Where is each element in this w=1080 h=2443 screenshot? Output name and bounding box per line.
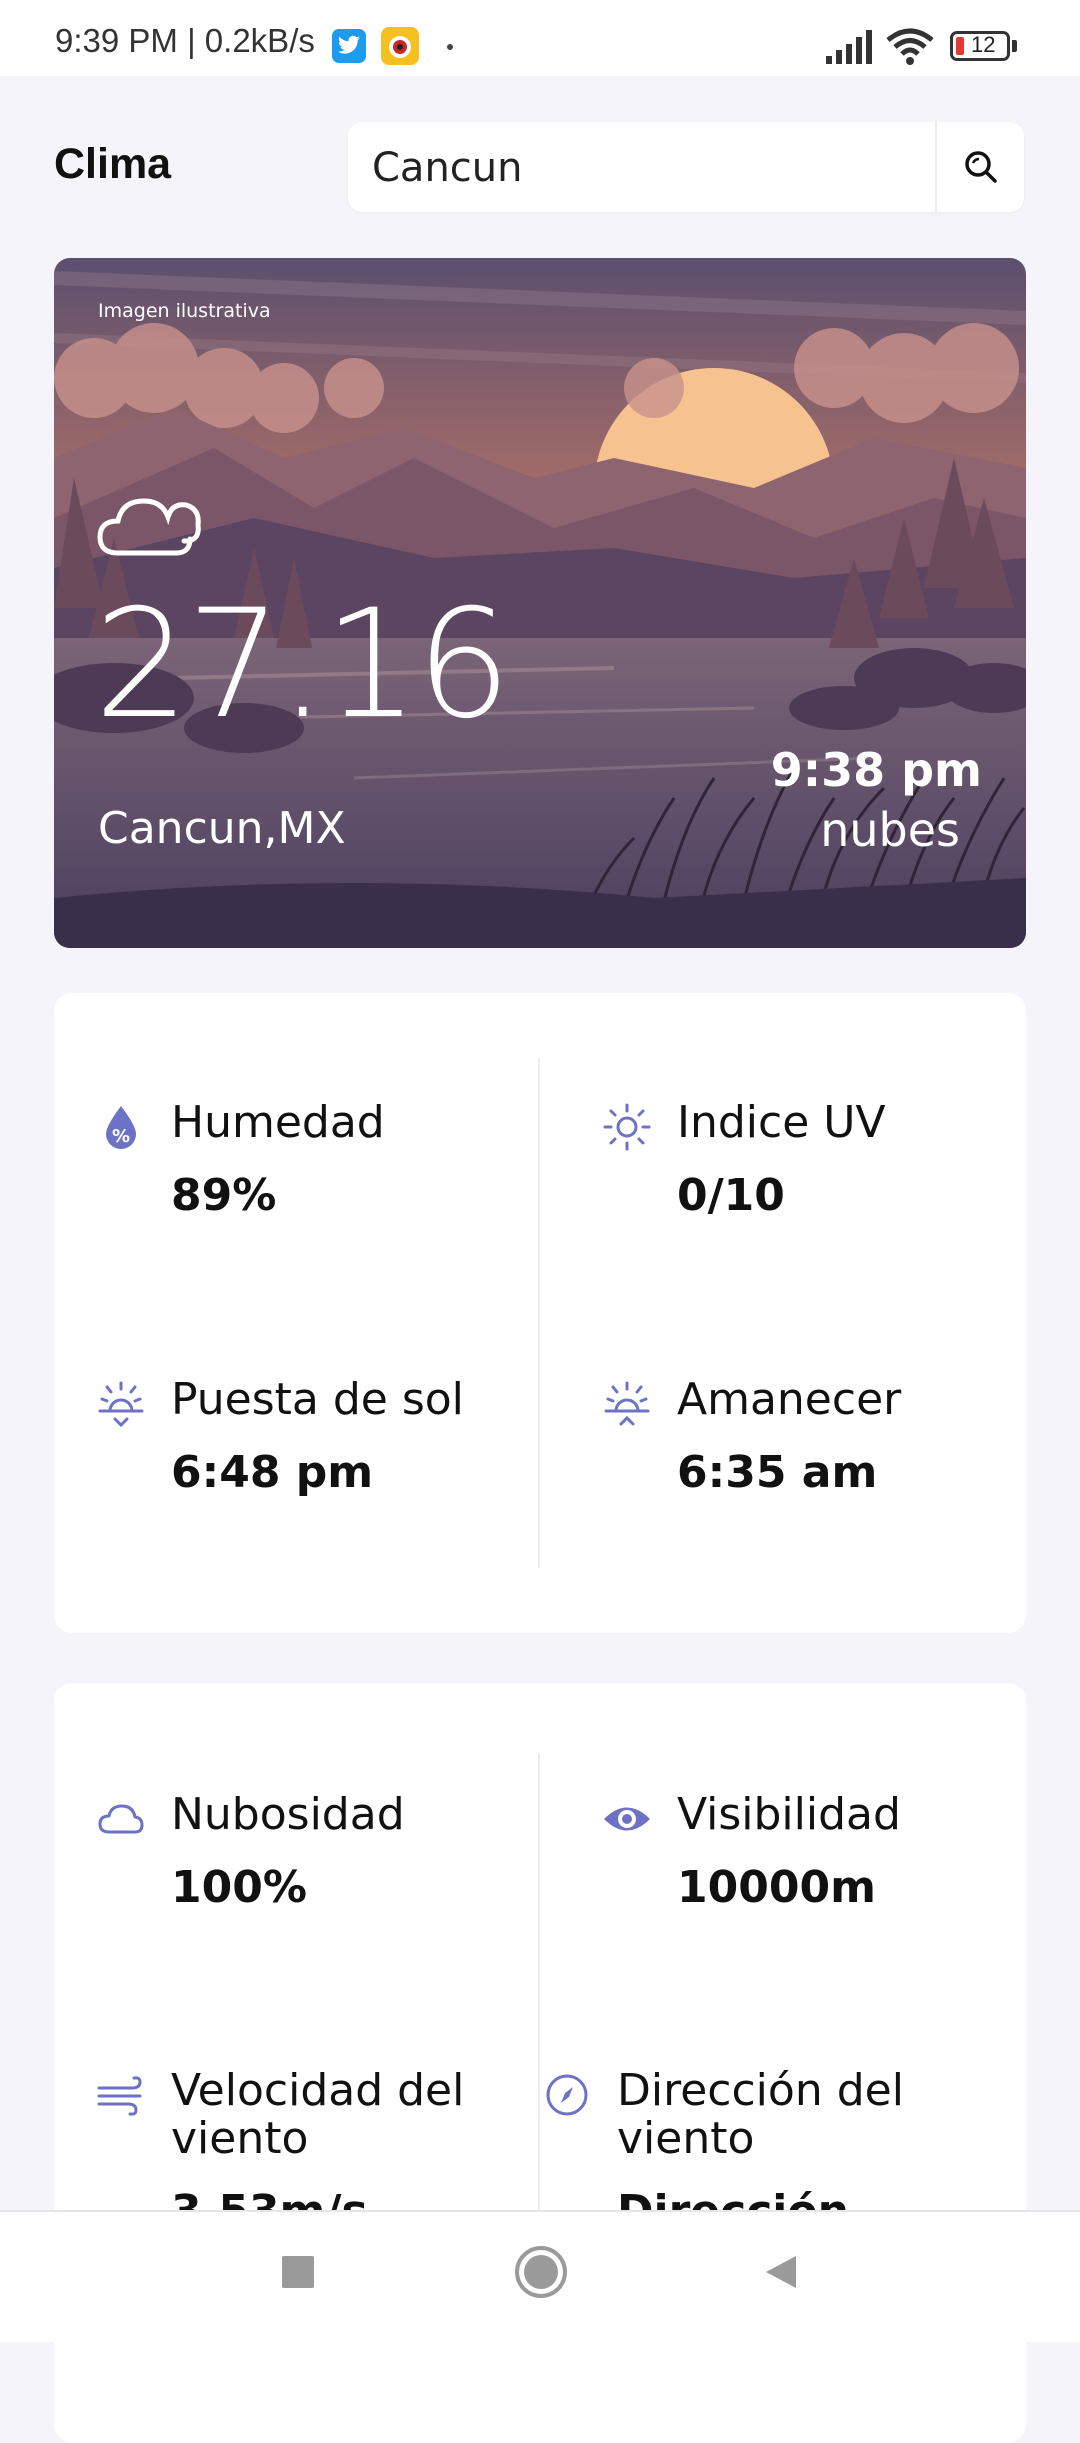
eye-icon	[604, 1807, 650, 1831]
cloudiness-value: 100%	[171, 1862, 307, 1913]
sun-icon	[603, 1103, 651, 1151]
card-divider	[538, 1058, 540, 1568]
status-time-speed: 9:39 PM | 0.2kB/s	[55, 22, 315, 59]
illustration-caption: Imagen ilustrativa	[98, 300, 271, 322]
uv-value: 0/10	[677, 1170, 785, 1221]
search-bar	[348, 122, 1024, 214]
weather-description: nubes	[820, 803, 960, 857]
search-button[interactable]	[937, 122, 1024, 212]
sunset-icon	[98, 1381, 144, 1428]
battery-icon: 12	[950, 31, 1010, 61]
svg-text:%: %	[112, 1126, 130, 1147]
search-input[interactable]	[370, 122, 964, 214]
compass-icon	[546, 2074, 588, 2116]
sunrise-value: 6:35 am	[677, 1447, 878, 1498]
signal-icon	[826, 30, 872, 64]
wind-speed-label-line1: Velocidad del	[171, 2065, 465, 2116]
status-bar: 9:39 PM | 0.2kB/s 12	[0, 0, 1080, 76]
details-card-1: % Humedad 89% Indice UV 0/10 Puesta de s…	[54, 993, 1026, 1633]
humidity-value: 89%	[171, 1170, 277, 1221]
app-title: Clima	[54, 140, 172, 188]
app-notification-icon	[381, 27, 419, 65]
visibility-value: 10000m	[677, 1862, 876, 1913]
cloudiness-label: Nubosidad	[171, 1789, 405, 1840]
wind-speed-label-line2: viento	[171, 2113, 309, 2164]
sunset-value: 6:48 pm	[171, 1447, 374, 1498]
sunrise-label: Amanecer	[677, 1374, 902, 1425]
battery-cap	[1012, 40, 1017, 52]
wifi-icon	[886, 28, 934, 65]
humidity-label: Humedad	[171, 1097, 385, 1148]
temperature: 27.16	[94, 578, 511, 752]
wind-direction-label-line1: Dirección del	[617, 2065, 904, 2116]
location-name: Cancun,MX	[98, 803, 346, 854]
notification-dot	[447, 44, 453, 50]
home-button[interactable]	[513, 2244, 569, 2300]
system-navigation-bar	[0, 2210, 1080, 2342]
visibility-label: Visibilidad	[677, 1789, 901, 1840]
battery-level: 12	[971, 32, 996, 57]
humidity-icon: %	[106, 1106, 136, 1149]
cloud-icon	[98, 1804, 144, 1834]
sunset-label: Puesta de sol	[171, 1374, 464, 1425]
weather-hero: Imagen ilustrativa 27.16 Cancun,MX 9:38 …	[54, 258, 1026, 948]
uv-label: Indice UV	[677, 1097, 886, 1148]
wind-icon	[97, 2076, 142, 2116]
twitter-icon	[332, 29, 366, 63]
wind-direction-label-line2: viento	[617, 2113, 755, 2164]
cloud-icon	[97, 498, 201, 556]
back-button[interactable]	[760, 2252, 800, 2292]
local-time: 9:38 pm	[770, 743, 982, 797]
search-icon	[964, 151, 997, 183]
recents-button[interactable]	[278, 2252, 318, 2292]
sunrise-icon	[604, 1381, 650, 1426]
